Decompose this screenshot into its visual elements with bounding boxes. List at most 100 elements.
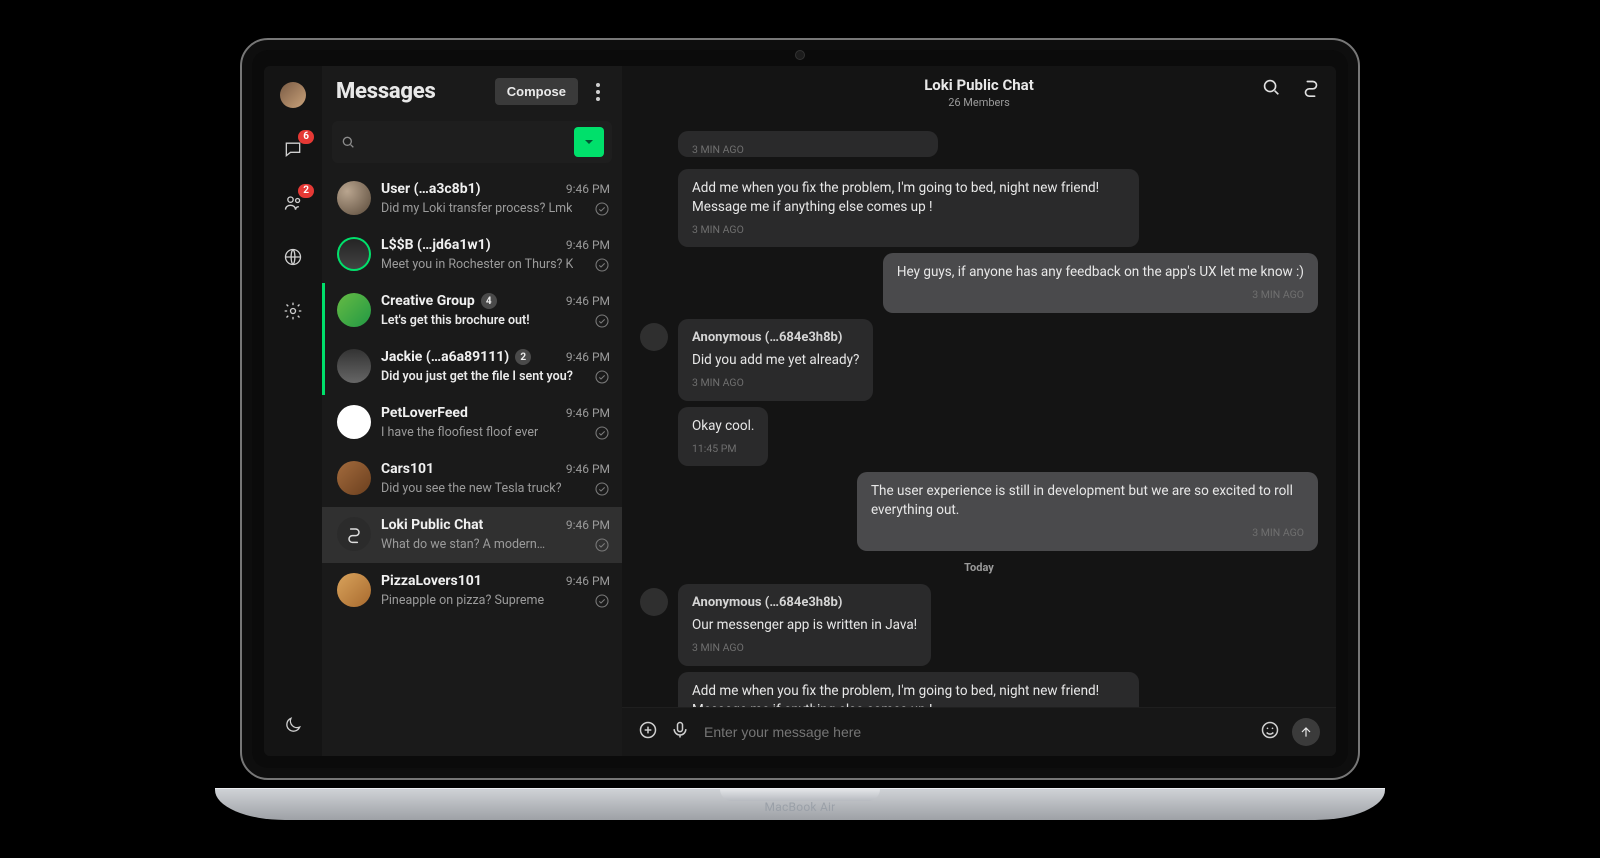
chat-header: Loki Public Chat 26 Members	[622, 66, 1336, 119]
delivery-status-icon	[594, 201, 610, 217]
message-meta: 3 MIN AGO	[692, 376, 859, 391]
conversation-time: 9:46 PM	[566, 238, 610, 252]
unread-count: 4	[481, 293, 497, 309]
conversation-name: PizzaLovers101	[381, 573, 482, 589]
conversation-preview: What do we stan? A modern…	[381, 537, 545, 552]
moon-icon	[283, 715, 303, 735]
conversation-preview: I have the floofiest floof ever	[381, 425, 538, 440]
nav-contacts[interactable]: 2	[280, 190, 306, 216]
plus-circle-icon	[638, 720, 658, 740]
delivery-status-icon	[594, 257, 610, 273]
laptop-base: MacBook Air	[215, 788, 1385, 820]
filter-dropdown-button[interactable]	[574, 127, 604, 157]
message-text: Add me when you fix the problem, I'm goi…	[692, 179, 1125, 217]
nav-globe[interactable]	[280, 244, 306, 270]
conversation-preview: Did you see the new Tesla truck?	[381, 481, 562, 496]
conversation-name: Loki Public Chat	[381, 517, 483, 533]
conversation-avatar	[337, 349, 371, 383]
conversation-item[interactable]: PizzaLovers1019:46 PMPineapple on pizza?…	[322, 563, 622, 619]
nav-settings[interactable]	[280, 298, 306, 324]
emoji-icon	[1260, 720, 1280, 740]
message-meta: 3 MIN AGO	[692, 223, 1125, 238]
message-row: The user experience is still in developm…	[640, 472, 1318, 550]
conversation-item[interactable]: Cars101 9:46 PM Did you see the new Tesla …	[322, 451, 622, 507]
attach-button[interactable]	[638, 720, 658, 744]
message-text: Our messenger app is written in Java!	[692, 616, 917, 635]
message-text: The user experience is still in developm…	[871, 482, 1304, 520]
conversation-item[interactable]: PetLoverFeed9:46 PMI have the floofiest …	[322, 395, 622, 451]
message-row: Okay cool.11:45 PM	[640, 407, 1318, 467]
voice-button[interactable]	[670, 720, 690, 744]
conversation-preview: Let's get this brochure out!	[381, 313, 530, 328]
conversation-avatar	[337, 573, 371, 607]
conversation-name: Jackie (…a6a89111)	[381, 349, 509, 365]
delivery-status-icon	[594, 537, 610, 553]
message-sender: Anonymous (…684e3h8b)	[692, 329, 859, 347]
delivery-status-icon	[594, 369, 610, 385]
nav-theme-toggle[interactable]	[280, 712, 306, 738]
message-sender: Anonymous (…684e3h8b)	[692, 594, 917, 612]
emoji-button[interactable]	[1260, 720, 1280, 744]
message-row: Anonymous (…684e3h8b) Our messenger app i…	[640, 584, 1318, 666]
compose-button[interactable]: Compose	[495, 78, 578, 105]
composer	[622, 707, 1336, 756]
conversation-time: 9:46 PM	[566, 182, 610, 196]
app-logo-button[interactable]	[1300, 76, 1322, 102]
page-title: Messages	[336, 79, 485, 104]
conversation-item[interactable]: L$$B (…jd6a1w1)9:46 PMMeet you in Roches…	[322, 227, 622, 283]
nav-messages[interactable]: 6	[280, 136, 306, 162]
conversation-item[interactable]: User (…a3c8b1)9:46 PMDid my Loki transfe…	[322, 171, 622, 227]
message-text: Hey guys, if anyone has any feedback on …	[897, 263, 1304, 282]
message-bubble: 3 MIN AGO	[678, 131, 938, 157]
message-meta: 3 MIN AGO	[897, 288, 1304, 303]
messages-badge: 6	[298, 130, 314, 144]
session-logo-icon	[1300, 76, 1322, 98]
session-logo-icon	[344, 524, 364, 544]
conversation-item[interactable]: Loki Public Chat 9:46 PM What do we stan? …	[322, 507, 622, 563]
search-input[interactable]	[364, 134, 566, 151]
message-meta: 3 MIN AGO	[871, 526, 1304, 541]
conversation-name: User (…a3c8b1)	[381, 181, 481, 197]
conversation-item[interactable]: Jackie (…a6a89111) 2 9:46 PM Did you just g…	[322, 339, 622, 395]
globe-icon	[283, 247, 303, 267]
delivery-status-icon	[594, 313, 610, 329]
message-avatar	[640, 588, 668, 616]
conversation-name: Cars101	[381, 461, 434, 477]
message-bubble: Add me when you fix the problem, I'm goi…	[678, 672, 1139, 707]
message-row: 3 MIN AGO	[640, 131, 1318, 163]
conversation-time: 9:46 PM	[566, 462, 610, 476]
sidebar: Messages Compose User (…a3c8b1) 9:46 PM Di…	[322, 66, 622, 756]
conversation-time: 9:46 PM	[566, 294, 610, 308]
message-text: Did you add me yet already?	[692, 351, 859, 370]
conversation-avatar	[337, 461, 371, 495]
microphone-icon	[670, 720, 690, 740]
message-thread: 3 MIN AGO Add me when you fix the problem…	[622, 119, 1336, 707]
unread-count: 2	[515, 349, 531, 365]
message-text: Add me when you fix the problem, I'm goi…	[692, 682, 1125, 707]
conversation-time: 9:46 PM	[566, 518, 610, 532]
message-bubble: Hey guys, if anyone has any feedback on …	[883, 253, 1318, 313]
caret-down-icon	[581, 134, 597, 150]
avatar[interactable]	[280, 82, 306, 108]
message-meta: 3 MIN AGO	[692, 641, 917, 656]
conversation-avatar	[337, 517, 371, 551]
conversation-item[interactable]: Creative Group49:46 PMLet's get this bro…	[322, 283, 622, 339]
conversation-time: 9:46 PM	[566, 350, 610, 364]
search-bar	[332, 121, 612, 163]
message-input[interactable]	[702, 723, 1248, 741]
webcam-icon	[795, 50, 805, 60]
divider-label: Today	[964, 561, 994, 574]
conversation-preview: Pineapple on pizza? Supreme	[381, 593, 544, 608]
more-menu-button[interactable]	[588, 79, 608, 105]
delivery-status-icon	[594, 425, 610, 441]
conversation-preview: Did you just get the file I sent you?	[381, 369, 573, 384]
device-brand: MacBook Air	[765, 800, 836, 814]
message-row: Anonymous (…684e3h8b) Did you add me yet …	[640, 319, 1318, 401]
date-divider: Today	[640, 561, 1318, 574]
contacts-badge: 2	[298, 184, 314, 198]
search-chat-button[interactable]	[1260, 76, 1282, 102]
search-icon	[1260, 76, 1282, 98]
message-row: Add me when you fix the problem, I'm goi…	[640, 169, 1318, 247]
message-bubble: Okay cool.11:45 PM	[678, 407, 768, 467]
send-button[interactable]	[1292, 718, 1320, 746]
